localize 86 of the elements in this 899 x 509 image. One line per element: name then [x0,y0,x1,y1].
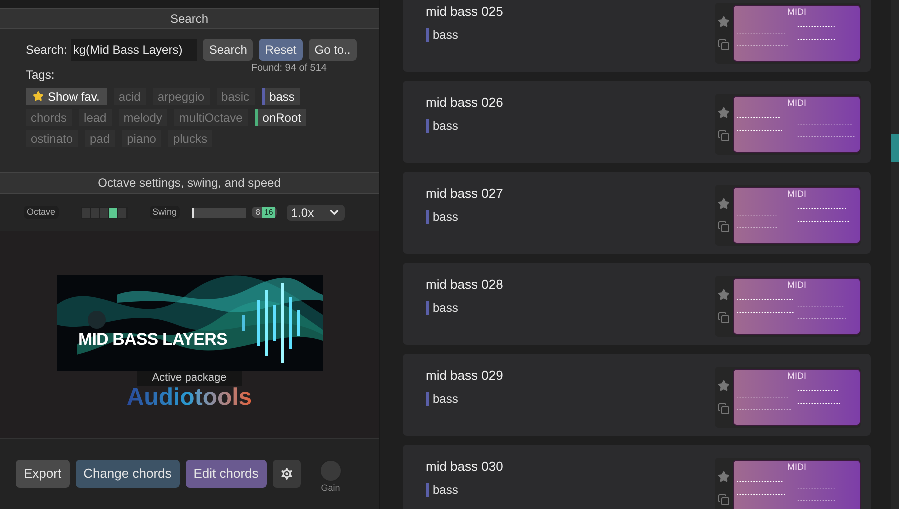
pattern-card[interactable]: mid bass 030 bass MIDI [403,445,871,509]
midi-label: MIDI [788,98,806,108]
pattern-card[interactable]: mid bass 029 bass MIDI [403,354,871,436]
octave-selector[interactable] [80,206,128,218]
copy-icon[interactable] [718,130,730,142]
grid-option[interactable]: 8 [254,207,262,218]
copy-icon[interactable] [718,38,730,50]
footer-button[interactable]: Export [16,460,70,488]
show-favorites-button[interactable]: Show fav. [26,88,107,105]
pattern-card[interactable]: mid bass 026 bass MIDI [403,81,871,163]
tag-chip[interactable]: piano [122,130,162,147]
found-count: Found: 94 of 514 [251,62,327,76]
pattern-name: mid bass 025 [426,3,504,21]
midi-thumbnail[interactable]: MIDI [733,278,861,334]
panel-title: Octave settings, swing, and speed [98,175,281,192]
tag-chip[interactable]: multiOctave [174,109,248,126]
copy-icon[interactable] [718,402,730,414]
tag-chip[interactable]: plucks [168,130,212,147]
midi-thumbnail[interactable]: MIDI [733,4,861,62]
pattern-name: mid bass 030 [426,458,504,476]
star-icon [33,91,44,102]
star-icon[interactable] [718,380,730,392]
swing-slider[interactable] [192,208,246,218]
package-title: MID BASS LAYERS [78,330,228,348]
midi-label: MIDI [788,190,806,198]
settings-icon [278,466,295,482]
settings-button[interactable] [272,460,301,488]
pattern-tag: bass [426,392,504,406]
tag-chip[interactable]: ostinato [26,130,78,147]
tag-chip[interactable]: bass [262,88,300,105]
gain-label: Gain [321,482,340,496]
midi-thumbnail[interactable]: MIDI [733,460,861,509]
search-panel-button[interactable]: Go to.. [308,39,357,61]
grid-option[interactable]: 16 [262,207,276,218]
octave-label: Octave [24,206,59,220]
pattern-tag: bass [426,210,504,224]
pattern-tag: bass [426,118,504,132]
star-icon[interactable] [718,198,730,210]
star-icon[interactable] [718,106,730,118]
footer-button[interactable]: Change chords [76,460,180,488]
pattern-tag: bass [426,300,504,314]
pattern-tag: bass [426,28,504,42]
star-icon[interactable] [718,16,730,28]
tag-chip[interactable]: pad [85,130,116,147]
tag-chip[interactable]: lead [79,109,112,126]
pattern-name: mid bass 027 [426,185,504,203]
pattern-name: mid bass 026 [426,94,504,112]
star-icon[interactable] [718,470,730,482]
octave-cell[interactable] [108,208,118,218]
search-field[interactable]: kg(Mid Bass Layers) [71,39,198,61]
pattern-name: mid bass 028 [426,276,504,294]
midi-thumbnail[interactable]: MIDI [733,368,861,426]
footer-button[interactable]: Edit chords [186,460,267,488]
star-icon[interactable] [718,288,730,300]
speed-dropdown[interactable]: 1.0x [287,204,346,220]
pattern-card[interactable]: mid bass 027 bass MIDI [403,172,871,254]
midi-thumbnail[interactable]: MIDI [733,186,861,244]
pattern-name: mid bass 029 [426,367,504,385]
octave-cell[interactable] [90,208,100,218]
pattern-card[interactable]: mid bass 028 bass MIDI [403,263,871,345]
panel-title: Search [170,10,209,28]
scrollbar-thumb[interactable] [891,134,899,162]
pattern-tag: bass [426,482,504,496]
midi-label: MIDI [788,280,806,290]
pattern-card[interactable]: mid bass 025 bass MIDI [403,0,871,72]
midi-label: MIDI [788,372,806,380]
swing-label: Swing [150,206,180,220]
tag-chip[interactable]: basic [216,88,255,105]
octave-cell[interactable] [100,208,109,218]
copy-icon[interactable] [718,312,730,324]
tag-chip[interactable]: melody [118,109,168,126]
octave-cell[interactable] [118,208,127,218]
copy-icon[interactable] [718,494,730,506]
search-panel-button[interactable]: Search [203,39,254,61]
midi-thumbnail[interactable]: MIDI [733,96,861,152]
search-label: Search: [26,42,68,59]
tag-chip[interactable]: onRoot [254,109,306,126]
tag-chip[interactable]: acid [114,88,146,105]
tag-chip[interactable]: chords [26,109,72,126]
octave-cell[interactable] [82,208,91,218]
search-panel-button[interactable]: Reset [259,39,303,61]
tags-label: Tags: [26,67,55,84]
midi-label: MIDI [788,462,806,472]
copy-icon[interactable] [718,220,730,232]
tag-chip[interactable]: arpeggio [152,88,210,105]
midi-label: MIDI [788,8,806,16]
